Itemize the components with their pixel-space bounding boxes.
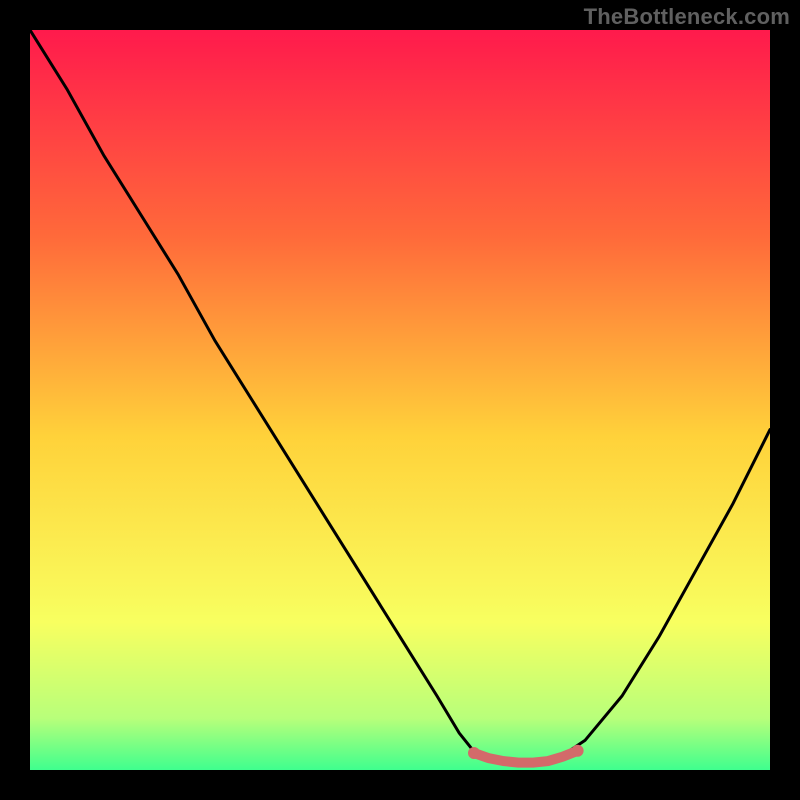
chart-svg [30,30,770,770]
optimal-endpoint-left [468,747,480,759]
plot-area [30,30,770,770]
watermark-text: TheBottleneck.com [584,4,790,30]
gradient-background [30,30,770,770]
chart-container: TheBottleneck.com [0,0,800,800]
optimal-endpoint-right [572,745,584,757]
